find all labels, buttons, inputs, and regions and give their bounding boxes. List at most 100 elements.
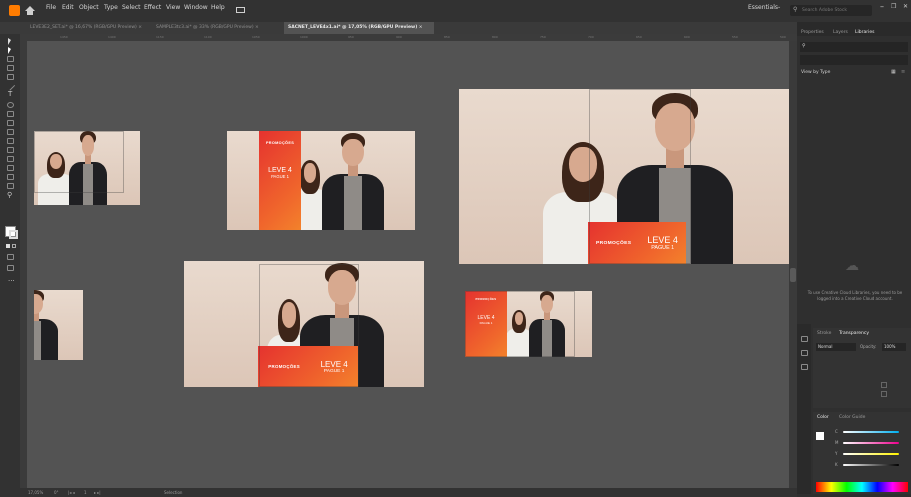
fill-color-swatch[interactable] xyxy=(816,432,824,440)
yellow-slider[interactable] xyxy=(843,453,899,455)
ruler-tick-label: 500 xyxy=(780,35,786,39)
promo-banner[interactable]: PROMOÇÕES LEVE 4 PAGUE 1 xyxy=(259,131,301,230)
menu-select[interactable]: Select xyxy=(122,4,141,11)
pathfinder-panel-icon[interactable] xyxy=(801,364,808,370)
artboard[interactable]: PROMOÇÕES LEVE 4 PAGUE 1 xyxy=(465,291,592,357)
close-tab-icon[interactable]: × xyxy=(138,25,142,30)
direct-selection-tool-icon[interactable] xyxy=(8,47,11,54)
menu-type[interactable]: Type xyxy=(104,4,118,11)
tab-properties[interactable]: Properties xyxy=(801,30,824,35)
tab-color-guide[interactable]: Color Guide xyxy=(839,415,865,420)
tab-stroke[interactable]: Stroke xyxy=(817,331,831,336)
library-search-input[interactable]: ⚲ xyxy=(800,42,908,52)
artboard[interactable]: PROMOÇÕES LEVE 4 PAGUE 1 xyxy=(459,89,789,264)
artboard[interactable] xyxy=(34,290,83,360)
screen-mode-icon[interactable] xyxy=(7,265,14,271)
tab-color[interactable]: Color xyxy=(817,415,829,420)
selection-bounds xyxy=(465,291,575,357)
cyan-slider[interactable] xyxy=(843,431,899,433)
man-figure xyxy=(34,290,58,360)
zoom-level[interactable]: 17,05% xyxy=(28,490,43,495)
selection-bounds xyxy=(34,131,124,193)
menu-edit[interactable]: Edit xyxy=(62,4,74,11)
clip-checkbox[interactable] xyxy=(881,382,887,388)
pen-tool-icon[interactable] xyxy=(7,56,14,62)
restore-icon[interactable]: ❐ xyxy=(891,3,896,10)
library-dropdown[interactable] xyxy=(800,55,908,65)
artboard[interactable] xyxy=(34,131,140,205)
type-tool-icon[interactable]: T xyxy=(8,90,12,98)
vertical-scrollbar[interactable] xyxy=(789,41,797,488)
curvature-tool-icon[interactable] xyxy=(7,65,14,71)
close-icon[interactable]: ✕ xyxy=(903,3,908,10)
eraser-tool-icon[interactable] xyxy=(7,111,14,117)
ruler-tick-label: 600 xyxy=(684,35,690,39)
ruler-tick-label: 1400 xyxy=(108,35,116,39)
rotate-tool-icon[interactable] xyxy=(7,102,14,108)
artboards-panel-icon[interactable] xyxy=(801,336,808,342)
tab-layers[interactable]: Layers xyxy=(833,30,848,35)
color-mode-icon[interactable] xyxy=(6,244,10,248)
graph-tool-icon[interactable] xyxy=(7,165,14,171)
tab-transparency[interactable]: Transparency xyxy=(839,331,869,336)
menu-object[interactable]: Object xyxy=(79,4,99,11)
artboard[interactable]: PROMOÇÕES LEVE 4 PAGUE 1 xyxy=(227,131,415,230)
menu-help[interactable]: Help xyxy=(211,4,225,11)
menu-effect[interactable]: Effect xyxy=(144,4,161,11)
list-view-icon[interactable]: ≡ xyxy=(901,69,905,75)
view-by-type-dropdown[interactable]: View by Type xyxy=(801,70,830,75)
ruler-tick-label: 950 xyxy=(348,35,354,39)
channel-y-label: Y xyxy=(835,451,838,456)
scale-tool-icon[interactable] xyxy=(7,120,14,126)
tools-panel: T ⚲ ··· xyxy=(0,34,20,488)
magenta-slider[interactable] xyxy=(843,442,899,444)
align-panel-icon[interactable] xyxy=(801,350,808,356)
zoom-tool-icon[interactable]: ⚲ xyxy=(7,191,12,199)
menu-file[interactable]: File xyxy=(46,4,56,11)
color-spectrum[interactable] xyxy=(816,482,908,492)
invert-mask-checkbox[interactable] xyxy=(881,391,887,397)
artboard[interactable]: PROMOÇÕES LEVE 4 PAGUE 1 xyxy=(184,261,424,387)
arrange-documents-icon[interactable] xyxy=(236,7,245,13)
opacity-input[interactable]: 100% xyxy=(882,343,906,351)
channel-k-label: K xyxy=(835,462,838,467)
artboard-number[interactable]: 1 xyxy=(84,490,87,495)
tab-document-2[interactable]: SAMPLE3tc3.ai* @ 33% (RGB/GPU Preview) × xyxy=(152,22,276,34)
artboard-tool-icon[interactable] xyxy=(7,174,14,180)
face xyxy=(34,294,43,314)
rectangle-tool-icon[interactable] xyxy=(7,74,14,80)
face xyxy=(342,138,364,166)
tab-libraries[interactable]: Libraries xyxy=(855,30,874,35)
ruler-tick-label: 700 xyxy=(588,35,594,39)
ruler-tick-label: 1100 xyxy=(204,35,212,39)
width-tool-icon[interactable] xyxy=(7,129,14,135)
eyedropper-tool-icon[interactable] xyxy=(7,147,14,153)
grey-tshirt xyxy=(344,175,362,230)
blend-tool-icon[interactable] xyxy=(7,156,14,162)
tab-document-3[interactable]: SACNET_LEVE4x1.ai* @ 17,05% (RGB/GPU Pre… xyxy=(284,22,434,34)
drawing-mode-icon[interactable] xyxy=(7,254,14,260)
minimize-icon[interactable]: – xyxy=(880,2,884,11)
hand-tool-icon[interactable] xyxy=(7,183,14,189)
scroll-thumb[interactable] xyxy=(790,268,796,282)
stroke-swatch[interactable] xyxy=(9,230,18,239)
search-icon: ⚲ xyxy=(802,43,806,49)
tab-document-1[interactable]: LEVE3E2_SET.ai* @ 16,67% (RGB/GPU Previe… xyxy=(26,22,150,34)
libraries-login-message: To use Creative Cloud Libraries, you nee… xyxy=(807,290,903,301)
close-tab-icon[interactable]: × xyxy=(255,25,259,30)
close-tab-icon[interactable]: × xyxy=(419,25,423,30)
menu-view[interactable]: View xyxy=(166,4,180,11)
none-mode-icon[interactable] xyxy=(12,244,16,248)
black-slider[interactable] xyxy=(843,464,899,466)
workspace-switcher[interactable]: Essentials xyxy=(748,4,778,11)
stock-search-placeholder: Search Adobe Stock xyxy=(802,8,848,13)
rotation-value[interactable]: 0° xyxy=(54,490,59,495)
blend-mode-select[interactable]: Normal xyxy=(816,343,856,351)
menu-window[interactable]: Window xyxy=(184,4,208,11)
selection-tool-icon[interactable] xyxy=(8,38,11,45)
more-tools-icon[interactable]: ··· xyxy=(8,277,15,285)
grid-view-icon[interactable]: ▦ xyxy=(891,69,896,75)
stock-search-input[interactable]: ⚲ Search Adobe Stock xyxy=(790,5,872,16)
shape-builder-tool-icon[interactable] xyxy=(7,138,14,144)
promo-heading: PROMOÇÕES xyxy=(265,140,295,145)
